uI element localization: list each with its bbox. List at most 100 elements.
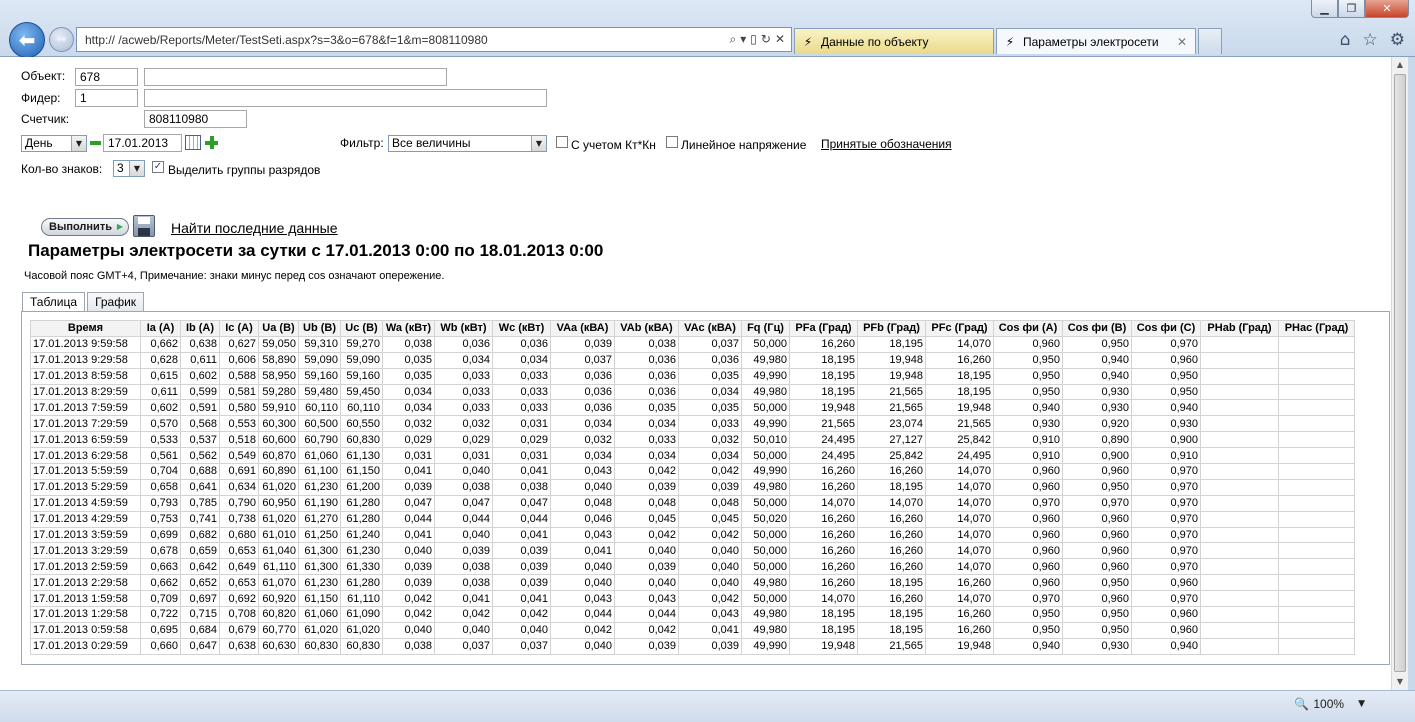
minimize-button[interactable]: ▁ — [1311, 0, 1338, 18]
scrollbar-thumb[interactable] — [1394, 74, 1406, 672]
forward-button[interactable]: ➡ — [49, 27, 74, 52]
table-cell: 49,990 — [741, 415, 790, 433]
date-field[interactable]: 17.01.2013 — [103, 134, 182, 152]
table-cell: 0,653 — [219, 574, 259, 592]
table-cell: 0,032 — [382, 415, 435, 433]
address-text[interactable]: http:// /acweb/Reports/Meter/TestSeti.as… — [85, 33, 730, 47]
page-content: Объект: 678 Фидер: 1 Счетчик: 808110980 … — [8, 57, 1391, 690]
compatibility-icon[interactable]: ▯ — [750, 32, 757, 47]
table-cell: 0,684 — [180, 621, 220, 639]
object-label: Объект: — [21, 69, 66, 83]
scroll-down-icon[interactable]: ▼ — [1392, 674, 1408, 690]
scroll-up-icon[interactable]: ▲ — [1392, 57, 1408, 73]
table-cell — [1278, 494, 1355, 512]
table-cell: 0,930 — [1062, 399, 1132, 417]
back-button[interactable]: ⬅ — [9, 22, 45, 58]
object-name-field[interactable] — [144, 68, 447, 86]
object-id-field[interactable]: 678 — [75, 68, 138, 86]
dropdown-icon[interactable]: ▾ — [740, 32, 746, 47]
table-cell: 0,042 — [492, 606, 551, 623]
table-cell: 0,043 — [550, 526, 615, 544]
table-cell: 0,033 — [434, 383, 493, 401]
kt-kn-checkbox[interactable] — [556, 136, 568, 148]
save-floppy-icon[interactable] — [133, 215, 155, 237]
zoom-control[interactable]: 🔍 100% ▼ — [1294, 697, 1365, 711]
digits-select[interactable]: 3 ▼ — [113, 160, 145, 177]
favorites-star-icon[interactable]: ☆ — [1363, 30, 1378, 50]
close-window-button[interactable]: ✕ — [1365, 0, 1409, 18]
feeder-id-field[interactable]: 1 — [75, 89, 138, 107]
find-last-data-link[interactable]: Найти последние данные — [171, 220, 338, 236]
table-row: 17.01.2013 5:29:59 0,658 0,641 0,634 61,020 6… — [30, 478, 1355, 496]
table-cell: 0,040 — [492, 621, 551, 639]
table-cell: 0,682 — [180, 526, 220, 544]
table-cell: 0,040 — [550, 478, 615, 496]
table-cell: 14,070 — [925, 478, 994, 496]
table-cell: 0,638 — [219, 637, 259, 655]
table-cell: 16,260 — [789, 478, 858, 496]
table-cell: 0,048 — [678, 494, 742, 512]
table-cell: 59,160 — [340, 367, 383, 385]
table-cell: 18,195 — [857, 574, 926, 592]
table-cell — [1278, 526, 1355, 544]
table-cell: 0,615 — [140, 367, 181, 385]
table-cell: 19,948 — [925, 399, 994, 417]
refresh-icon[interactable]: ↻ — [761, 32, 771, 47]
table-cell: 0,035 — [382, 351, 435, 369]
column-header: VAb (кВА) — [614, 320, 679, 337]
table-cell: 24,495 — [789, 447, 858, 465]
table-cell: 61,300 — [298, 542, 341, 560]
period-select[interactable]: День ▼ — [21, 135, 87, 152]
table-row: 17.01.2013 3:29:59 0,678 0,659 0,653 61,040 6… — [30, 542, 1355, 560]
table-cell: 0,950 — [1131, 383, 1201, 401]
table-cell: 0,041 — [492, 590, 551, 608]
run-button[interactable]: Выполнить ▶ — [41, 218, 129, 236]
column-header: PFb (Град) — [857, 320, 926, 337]
table-row: 17.01.2013 1:59:58 0,709 0,697 0,692 60,920 6… — [30, 590, 1355, 608]
new-tab-button[interactable] — [1198, 28, 1222, 54]
column-header: Cos фи (B) — [1062, 320, 1132, 337]
tab-chart[interactable]: График — [87, 292, 145, 311]
chevron-down-icon[interactable]: ▼ — [1358, 699, 1365, 709]
table-cell: 60,950 — [258, 494, 299, 512]
table-cell: 0,037 — [550, 351, 615, 369]
table-cell: 16,260 — [857, 542, 926, 560]
table-row: 17.01.2013 9:59:58 0,662 0,638 0,627 59,050 5… — [30, 335, 1355, 353]
table-cell: 0,034 — [678, 447, 742, 465]
tab-table[interactable]: Таблица — [22, 292, 86, 312]
digits-label: Кол-во знаков: — [21, 162, 103, 176]
legend-link[interactable]: Принятые обозначения — [821, 137, 952, 151]
table-cell: 59,280 — [258, 383, 299, 401]
power-tower-icon: ⚡ — [803, 34, 813, 49]
previous-date-button[interactable] — [90, 141, 101, 145]
tab-object-data[interactable]: ⚡ Данные по объекту — [794, 28, 994, 54]
calendar-icon[interactable] — [185, 135, 201, 150]
table-row: 17.01.2013 0:59:58 0,695 0,684 0,679 60,770 6… — [30, 621, 1355, 639]
filter-select[interactable]: Все величины ▼ — [388, 135, 547, 152]
table-cell: 50,000 — [741, 558, 790, 576]
stop-icon[interactable]: ✕ — [775, 32, 785, 47]
table-cell: 17.01.2013 0:29:59 — [30, 637, 141, 655]
line-voltage-checkbox[interactable] — [666, 136, 678, 148]
maximize-button[interactable]: ❐ — [1338, 0, 1365, 18]
feeder-name-field[interactable] — [144, 89, 547, 107]
next-date-button[interactable] — [205, 136, 218, 149]
vertical-scrollbar[interactable]: ▲ ▼ — [1391, 57, 1408, 690]
table-cell: 0,039 — [678, 637, 742, 655]
home-icon[interactable]: ⌂ — [1340, 30, 1351, 50]
group-digits-checkbox[interactable]: ✓ — [152, 161, 164, 173]
search-icon[interactable]: ⌕ — [730, 32, 737, 47]
meter-id-field[interactable]: 808110980 — [144, 110, 247, 128]
table-cell: 61,060 — [298, 606, 341, 623]
address-bar[interactable]: http:// /acweb/Reports/Meter/TestSeti.as… — [76, 27, 792, 52]
table-cell: 18,195 — [789, 383, 858, 401]
tab-grid-parameters[interactable]: ⚡ Параметры электросети ✕ — [996, 28, 1196, 54]
column-header: Ib (A) — [180, 320, 220, 337]
gear-icon[interactable]: ⚙ — [1390, 30, 1405, 50]
table-body: 17.01.2013 9:59:58 0,662 0,638 0,627 59,050 5… — [30, 335, 1355, 655]
column-header: Cos фи (C) — [1131, 320, 1201, 337]
table-cell: 0,518 — [219, 431, 259, 449]
close-tab-icon[interactable]: ✕ — [1177, 35, 1187, 49]
table-cell: 0,039 — [492, 574, 551, 592]
table-cell: 61,230 — [298, 574, 341, 592]
